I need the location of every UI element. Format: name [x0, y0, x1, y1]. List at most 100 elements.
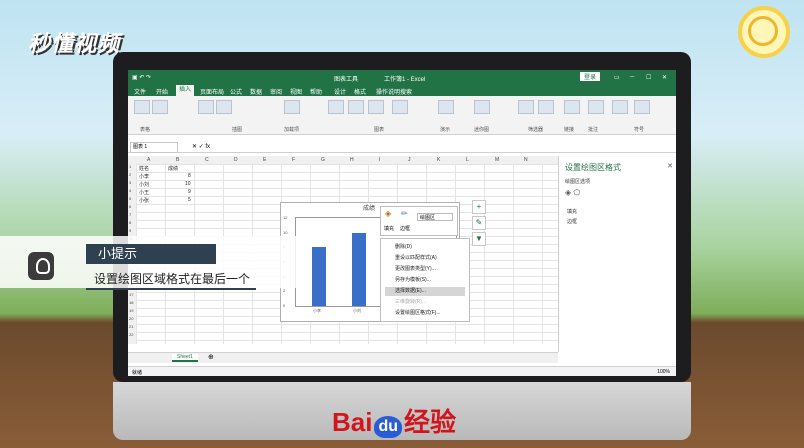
col-header-h[interactable]: H: [350, 157, 354, 163]
col-header-j[interactable]: J: [408, 157, 411, 163]
row-header-22[interactable]: 22: [129, 332, 133, 337]
cell-b1[interactable]: 成绩: [168, 165, 178, 172]
cell-a1[interactable]: 姓名: [139, 165, 149, 172]
row-header-1[interactable]: 1: [129, 164, 131, 169]
col-header-m[interactable]: M: [495, 157, 499, 163]
menu-format[interactable]: 格式: [354, 87, 366, 96]
name-box[interactable]: 图表 1: [130, 142, 178, 153]
fx-icon[interactable]: ✕ ✓ fx: [192, 143, 210, 150]
sheet-tab-sheet1[interactable]: Sheet1: [172, 354, 198, 362]
menu-help[interactable]: 帮助: [310, 87, 322, 96]
menu-file[interactable]: 文件: [134, 87, 146, 96]
col-header-e[interactable]: E: [263, 157, 266, 163]
col-header-b[interactable]: B: [176, 157, 179, 163]
close-icon[interactable]: ✕: [662, 74, 667, 81]
zoom-level[interactable]: 100%: [657, 369, 670, 375]
link-icon[interactable]: [564, 100, 580, 114]
row-header-3[interactable]: 3: [129, 180, 131, 185]
line-chart-icon[interactable]: [368, 100, 384, 114]
add-sheet-icon[interactable]: ⊕: [208, 353, 214, 361]
context-menu-item[interactable]: 删除(D): [385, 243, 465, 252]
bar-小刘[interactable]: [352, 232, 366, 306]
picture-icon[interactable]: [198, 100, 214, 114]
bar-小李[interactable]: [312, 247, 326, 306]
col-header-l[interactable]: L: [466, 157, 469, 163]
chart-styles-icon[interactable]: ✎: [472, 216, 486, 230]
fill-icon[interactable]: ◈: [385, 209, 391, 218]
col-header-k[interactable]: K: [437, 157, 440, 163]
col-header-c[interactable]: C: [205, 157, 209, 163]
chart-title[interactable]: 成绩: [363, 203, 375, 212]
cell-a3[interactable]: 小刘: [139, 181, 149, 188]
menu-review[interactable]: 审阅: [270, 87, 282, 96]
context-menu-item[interactable]: 更改图表类型(Y)...: [385, 265, 465, 274]
chart-element-dropdown[interactable]: 绘图区: [417, 213, 453, 221]
row-header-7[interactable]: 7: [129, 212, 131, 217]
row-header-9[interactable]: 9: [129, 228, 131, 233]
cell-a4[interactable]: 小王: [139, 189, 149, 196]
cell-b2[interactable]: 8: [188, 173, 191, 179]
timeline-icon[interactable]: [538, 100, 554, 114]
chart-filters-icon[interactable]: ▼: [472, 232, 486, 246]
row-header-20[interactable]: 20: [129, 316, 133, 321]
menu-formulas[interactable]: 公式: [230, 87, 242, 96]
pane-item-fill[interactable]: 填充: [567, 208, 577, 215]
col-header-i[interactable]: I: [379, 157, 380, 163]
col-header-f[interactable]: F: [292, 157, 295, 163]
row-header-19[interactable]: 19: [129, 308, 133, 313]
comment-icon[interactable]: [588, 100, 604, 114]
col-header-n[interactable]: N: [524, 157, 528, 163]
chart-elements-button[interactable]: +: [472, 200, 486, 214]
col-header-d[interactable]: D: [234, 157, 238, 163]
minimize-icon[interactable]: ─: [630, 74, 634, 80]
menu-view[interactable]: 视图: [290, 87, 302, 96]
fill-line-tab-icon[interactable]: ◈ ⬠: [565, 188, 580, 197]
row-header-8[interactable]: 8: [129, 220, 131, 225]
cell-b4[interactable]: 9: [188, 189, 191, 195]
menu-insert[interactable]: 插入: [176, 85, 195, 96]
shapes-icon[interactable]: [216, 100, 232, 114]
recommended-pivot-icon[interactable]: [152, 100, 168, 114]
text-icon[interactable]: [612, 100, 628, 114]
slicer-icon[interactable]: [518, 100, 534, 114]
row-header-18[interactable]: 18: [129, 300, 133, 305]
formula-bar[interactable]: ✕ ✓ fx: [128, 140, 676, 153]
pane-item-border[interactable]: 边框: [567, 218, 577, 225]
context-menu-item[interactable]: 选择数据(E)...: [385, 287, 465, 296]
tell-me-search[interactable]: 操作说明搜索: [376, 87, 412, 96]
recommended-charts-icon[interactable]: [328, 100, 344, 114]
row-header-5[interactable]: 5: [129, 196, 131, 201]
row-header-6[interactable]: 6: [129, 204, 131, 209]
addins-icon[interactable]: [284, 100, 300, 114]
pane-subtitle[interactable]: 绘图区选项: [565, 178, 590, 185]
col-header-a[interactable]: A: [147, 157, 150, 163]
outline-icon[interactable]: ✏: [401, 209, 408, 218]
quick-access-icons[interactable]: ▣ ↶ ↷: [132, 74, 151, 81]
context-menu-item[interactable]: 三维旋转(R)...: [385, 298, 465, 307]
login-button[interactable]: 登录: [580, 72, 601, 81]
cell-b3[interactable]: 10: [185, 181, 191, 187]
maximize-icon[interactable]: ☐: [646, 74, 651, 81]
col-header-g[interactable]: G: [321, 157, 325, 163]
context-menu-item[interactable]: 另存为模板(S)...: [385, 276, 465, 285]
row-header-21[interactable]: 21: [129, 324, 133, 329]
3d-map-icon[interactable]: [438, 100, 454, 114]
row-header-4[interactable]: 4: [129, 188, 131, 193]
menu-page-layout[interactable]: 页面布局: [200, 87, 224, 96]
ribbon-options-icon[interactable]: ▭: [614, 74, 620, 81]
symbol-icon[interactable]: [634, 100, 650, 114]
pivot-table-icon[interactable]: [134, 100, 150, 114]
menu-home[interactable]: 开始: [156, 87, 168, 96]
menu-design[interactable]: 设计: [334, 87, 346, 96]
cell-b5[interactable]: 5: [188, 197, 191, 203]
row-header-17[interactable]: 17: [129, 292, 133, 297]
row-header-2[interactable]: 2: [129, 172, 131, 177]
menu-data[interactable]: 数据: [250, 87, 262, 96]
map-icon[interactable]: [392, 100, 408, 114]
context-menu-item[interactable]: 设置绘图区格式(F)...: [385, 309, 465, 318]
column-chart-icon[interactable]: [348, 100, 364, 114]
sparkline-icon[interactable]: [474, 100, 490, 114]
context-menu-item[interactable]: 重设以匹配样式(A): [385, 254, 465, 263]
cell-a2[interactable]: 小李: [139, 173, 149, 180]
cell-a5[interactable]: 小张: [139, 197, 149, 204]
